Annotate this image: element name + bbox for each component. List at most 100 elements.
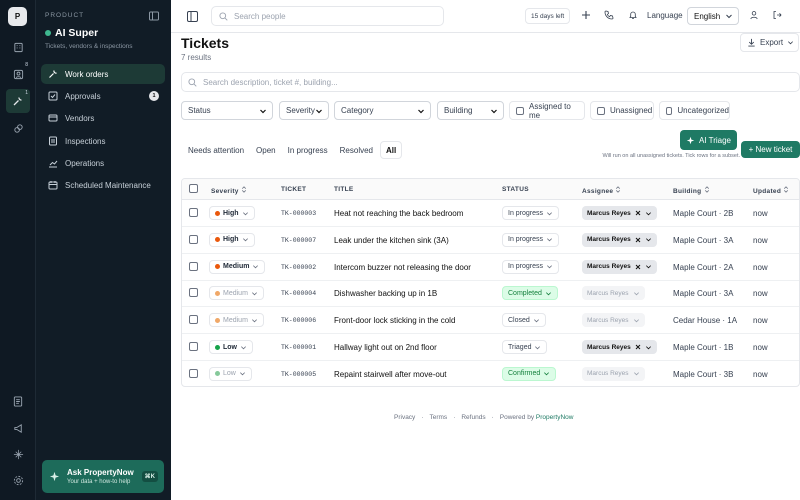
assignee-select[interactable]: Marcus Reyes — [582, 340, 657, 354]
brand-link[interactable]: PropertyNow — [536, 414, 574, 421]
sidebar-item-inspections[interactable]: Inspections — [41, 131, 165, 151]
terms-link[interactable]: Terms — [429, 414, 447, 421]
sidebar-item-work-orders[interactable]: Work orders — [41, 64, 165, 84]
close-icon[interactable] — [635, 237, 641, 243]
col-severity[interactable]: Severity — [211, 186, 247, 195]
phone-icon[interactable] — [604, 10, 614, 22]
close-icon[interactable] — [635, 264, 641, 270]
row-checkbox[interactable] — [189, 261, 198, 271]
tab-needs-attention[interactable]: Needs attention — [183, 141, 249, 159]
tab-all[interactable]: All — [380, 141, 403, 159]
severity-select[interactable]: High — [209, 206, 255, 220]
status-select[interactable]: In progress — [502, 232, 560, 247]
checkbox[interactable] — [666, 106, 673, 115]
assigned-to-me-toggle[interactable]: Assigned to me — [509, 101, 585, 120]
ticket-id[interactable]: TK-000001 — [281, 344, 316, 351]
row-checkbox[interactable] — [189, 208, 198, 217]
refunds-link[interactable]: Refunds — [461, 414, 485, 421]
row-checkbox[interactable] — [189, 368, 198, 378]
settings-icon[interactable] — [9, 471, 27, 489]
checkbox[interactable] — [516, 106, 524, 115]
severity-select[interactable]: Medium — [209, 259, 266, 274]
severity-select[interactable]: Low — [209, 366, 252, 381]
people-search-input[interactable]: Search people — [211, 6, 444, 26]
severity-filter[interactable]: Severity — [279, 101, 329, 120]
status-filter[interactable]: Status — [181, 101, 273, 120]
sidebar-item-scheduled-maintenance[interactable]: Scheduled Maintenance — [41, 175, 165, 195]
status-select[interactable]: Closed — [502, 313, 546, 328]
user-icon[interactable] — [749, 10, 759, 22]
row-checkbox[interactable] — [189, 234, 198, 244]
tab-in-progress[interactable]: In progress — [283, 141, 333, 159]
assignee-select[interactable]: Marcus Reyes — [582, 232, 657, 247]
sidebar-item-operations[interactable]: Operations — [41, 153, 165, 173]
work-orders-rail-icon[interactable]: 1 — [6, 89, 30, 113]
tab-open[interactable]: Open — [251, 141, 281, 159]
assignee-select[interactable]: Marcus Reyes — [582, 286, 645, 301]
tenants-icon[interactable]: 8 — [9, 62, 28, 83]
table-row[interactable]: Medium TK-000002 Intercom buzzer not relea… — [182, 254, 799, 281]
ai-triage-button[interactable]: AI Triage — [680, 130, 737, 150]
assignee-select[interactable]: Marcus Reyes — [582, 366, 645, 381]
ticket-title[interactable]: Heat not reaching the back bedroom — [334, 209, 463, 218]
close-icon[interactable] — [635, 210, 641, 216]
link-icon[interactable] — [9, 119, 27, 137]
category-filter[interactable]: Category — [334, 101, 431, 120]
ticket-title[interactable]: Dishwasher backing up in 1B — [334, 289, 437, 298]
ticket-title[interactable]: Intercom buzzer not releasing the door — [334, 263, 471, 272]
table-row[interactable]: Low TK-000001 Hallway light out on 2nd flo… — [182, 334, 799, 361]
logout-icon[interactable] — [772, 10, 782, 22]
unassigned-toggle[interactable]: Unassigned — [590, 101, 654, 120]
table-row[interactable]: High TK-000007 Leak under the kitchen sink… — [182, 227, 799, 254]
severity-select[interactable]: Medium — [209, 313, 264, 328]
sidebar-item-vendors[interactable]: Vendors — [41, 108, 165, 128]
close-icon[interactable] — [635, 344, 641, 350]
megaphone-icon[interactable] — [9, 419, 27, 437]
status-select[interactable]: Completed — [502, 286, 558, 301]
export-button[interactable]: Export — [740, 33, 799, 52]
table-row[interactable]: Medium TK-000006 Front-door lock sticking … — [182, 307, 799, 335]
ticket-title[interactable]: Leak under the kitchen sink (3A) — [334, 236, 449, 245]
collapse-sidebar-icon[interactable] — [149, 11, 159, 23]
table-row[interactable]: Medium TK-000004 Dishwasher backing up in … — [182, 280, 799, 308]
uncategorized-toggle[interactable]: Uncategorized — [659, 101, 730, 120]
ticket-id[interactable]: TK-000006 — [281, 317, 316, 324]
new-ticket-button[interactable]: + New ticket — [741, 141, 800, 158]
ticket-search-input[interactable]: Search description, ticket #, building..… — [181, 72, 800, 92]
row-checkbox[interactable] — [189, 288, 198, 298]
ticket-id[interactable]: TK-000004 — [281, 290, 316, 297]
col-building[interactable]: Building — [673, 186, 710, 195]
row-checkbox[interactable] — [189, 315, 198, 325]
ticket-title[interactable]: Repaint stairwell after move-out — [334, 370, 447, 379]
ticket-title[interactable]: Hallway light out on 2nd floor — [334, 343, 437, 352]
row-checkbox[interactable] — [189, 342, 198, 351]
select-all-checkbox[interactable] — [189, 184, 198, 193]
building-filter[interactable]: Building — [437, 101, 504, 120]
org-name[interactable]: AI Super — [45, 27, 98, 39]
assignee-select[interactable]: Marcus Reyes — [582, 259, 657, 274]
checkbox[interactable] — [597, 106, 605, 115]
status-select[interactable]: Confirmed — [502, 366, 557, 381]
ticket-id[interactable]: TK-000007 — [281, 237, 316, 244]
app-logo[interactable]: P — [8, 7, 27, 26]
bell-icon[interactable] — [628, 10, 638, 22]
status-select[interactable]: In progress — [502, 259, 560, 274]
ticket-id[interactable]: TK-000002 — [281, 264, 316, 271]
document-icon[interactable] — [9, 392, 27, 410]
severity-select[interactable]: Medium — [209, 286, 264, 301]
assignee-select[interactable]: Marcus Reyes — [582, 206, 657, 220]
table-row[interactable]: High TK-000003 Heat not reaching the back … — [182, 200, 799, 227]
sparkle-icon[interactable] — [9, 445, 27, 463]
building-icon[interactable] — [9, 38, 27, 56]
sidebar-item-approvals[interactable]: Approvals 1 — [41, 86, 165, 106]
assignee-select[interactable]: Marcus Reyes — [582, 313, 645, 328]
language-select[interactable]: English — [687, 7, 739, 25]
privacy-link[interactable]: Privacy — [394, 414, 415, 421]
ticket-id[interactable]: TK-000005 — [281, 371, 316, 378]
status-select[interactable]: In progress — [502, 206, 560, 220]
add-icon[interactable] — [581, 10, 591, 22]
status-select[interactable]: Triaged — [502, 340, 548, 354]
tab-resolved[interactable]: Resolved — [335, 141, 378, 159]
col-assignee[interactable]: Assignee — [582, 186, 621, 195]
col-updated[interactable]: Updated — [753, 186, 789, 195]
